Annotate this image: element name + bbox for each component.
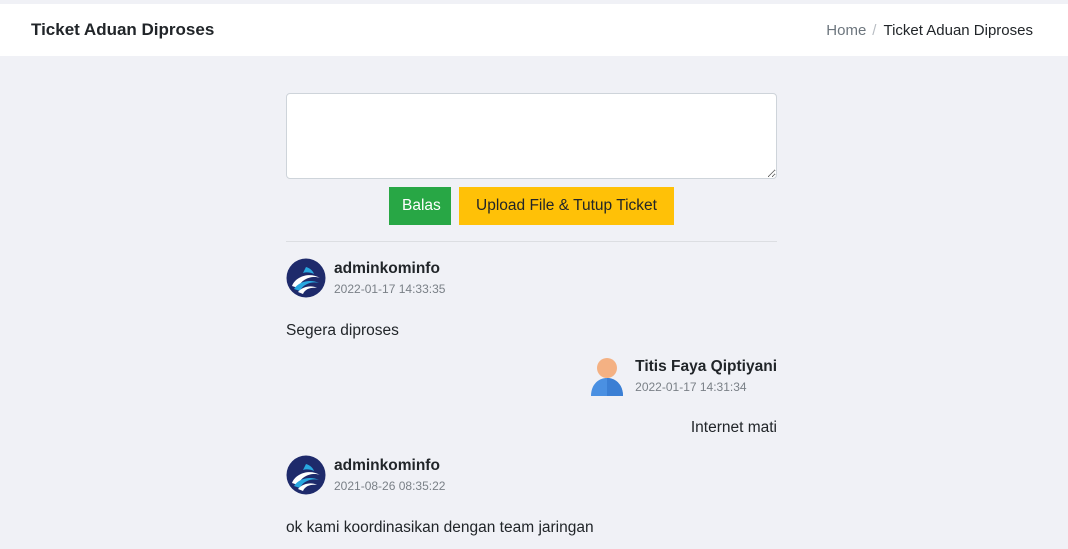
message-timestamp: 2022-01-17 14:31:34 [635, 380, 747, 394]
divider [286, 241, 777, 242]
reply-textarea[interactable] [286, 93, 777, 179]
message-author: adminkominfo [334, 260, 440, 277]
message-header: adminkominfo 2022-01-17 14:33:35 [286, 258, 777, 298]
message-header: Titis Faya Qiptiyani 2022-01-17 14:31:34 [286, 356, 777, 396]
message-item: adminkominfo 2021-08-26 08:35:22 ok kami… [286, 455, 777, 537]
user-icon [587, 356, 627, 396]
message-timestamp: 2022-01-17 14:33:35 [334, 282, 446, 296]
message-text: Segera diproses [286, 322, 399, 339]
message-timestamp: 2021-08-26 08:35:22 [334, 479, 446, 493]
message-author: Titis Faya Qiptiyani [635, 358, 777, 375]
message-author: adminkominfo [334, 457, 440, 474]
kominfo-logo-icon [286, 455, 326, 495]
message-header: adminkominfo 2021-08-26 08:35:22 [286, 455, 777, 495]
breadcrumb-separator: / [872, 21, 877, 39]
page-title: Ticket Aduan Diproses [31, 20, 215, 39]
message-text: Internet mati [690, 419, 777, 436]
breadcrumb-current: Ticket Aduan Diproses [883, 21, 1033, 39]
kominfo-logo-icon [286, 258, 326, 298]
message-meta: adminkominfo 2022-01-17 14:33:35 [334, 259, 445, 297]
message-meta: adminkominfo 2021-08-26 08:35:22 [334, 456, 445, 494]
ticket-thread: Balas Upload File & Tutup Ticket adminko… [286, 93, 777, 537]
message-text: ok kami koordinasikan dengan team jaring… [286, 519, 594, 536]
breadcrumb: Home / Ticket Aduan Diproses [826, 22, 1033, 39]
upload-close-ticket-button[interactable]: Upload File & Tutup Ticket [459, 187, 674, 225]
message-item: adminkominfo 2022-01-17 14:33:35 Segera … [286, 258, 777, 340]
message-meta: Titis Faya Qiptiyani 2022-01-17 14:31:34 [635, 357, 777, 395]
page-header: Ticket Aduan Diproses Home / Ticket Adua… [0, 4, 1068, 56]
reply-button[interactable]: Balas [389, 187, 451, 225]
breadcrumb-home-link[interactable]: Home [826, 22, 866, 39]
message-item: Titis Faya Qiptiyani 2022-01-17 14:31:34… [286, 356, 777, 437]
reply-actions: Balas Upload File & Tutup Ticket [286, 187, 777, 225]
